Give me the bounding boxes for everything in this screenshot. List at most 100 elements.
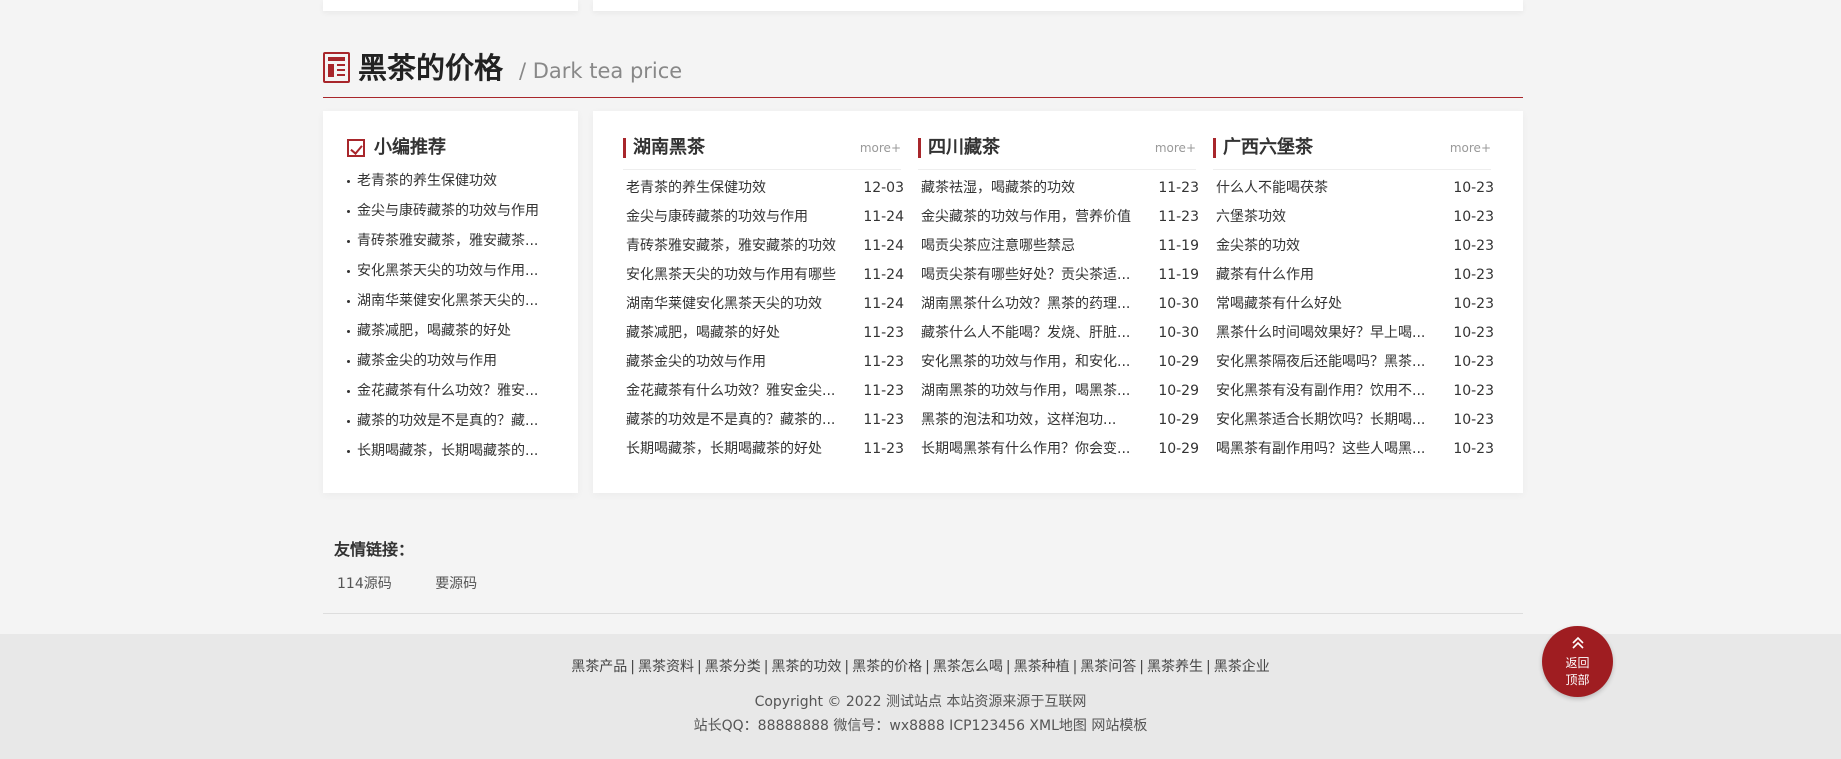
- article-item: 黑茶什么时间喝效果好？早上喝... 10-23: [1213, 324, 1494, 353]
- recommend-item[interactable]: 湖南华莱健安化黑茶天尖的...: [346, 292, 556, 322]
- article-title[interactable]: 金尖与康砖藏茶的功效与作用: [626, 208, 853, 226]
- article-date: 10-23: [1453, 267, 1494, 283]
- nav-separator: |: [1139, 659, 1145, 675]
- article-title[interactable]: 安化黑茶的功效与作用，和安化...: [921, 353, 1148, 371]
- article-date: 10-29: [1158, 412, 1199, 428]
- column-guangxi: 广西六堡茶 more+ 什么人不能喝茯茶 10-23 六堡茶功效 10-23 金尖茶的功…: [1213, 137, 1494, 469]
- footer-nav-link[interactable]: 黑茶的价格: [852, 659, 922, 675]
- recommend-item[interactable]: 青砖茶雅安藏茶，雅安藏茶...: [346, 232, 556, 262]
- more-link[interactable]: more+: [1450, 141, 1491, 155]
- article-date: 11-19: [1158, 267, 1199, 283]
- article-date: 11-23: [863, 383, 904, 399]
- recommend-item[interactable]: 安化黑茶天尖的功效与作用...: [346, 262, 556, 292]
- footer-nav-link[interactable]: 黑茶分类: [705, 659, 761, 675]
- article-title[interactable]: 六堡茶功效: [1216, 208, 1443, 226]
- article-title[interactable]: 藏茶祛湿，喝藏茶的功效: [921, 179, 1148, 197]
- section-title: 黑茶的价格: [358, 51, 504, 85]
- article-item: 长期喝藏茶，长期喝藏茶的好处 11-23: [623, 440, 904, 469]
- article-date: 10-23: [1453, 383, 1494, 399]
- article-title[interactable]: 藏茶什么人不能喝？发烧、肝脏...: [921, 324, 1148, 342]
- back-to-top-button[interactable]: 返回 顶部: [1542, 626, 1613, 697]
- article-item: 金花藏茶有什么功效？雅安金尖... 11-23: [623, 382, 904, 411]
- back-to-top-label: 返回: [1565, 656, 1590, 670]
- column-title[interactable]: 湖南黑茶: [633, 137, 705, 159]
- recommend-item[interactable]: 老青茶的养生保健功效: [346, 172, 556, 202]
- article-item: 老青茶的养生保健功效 12-03: [623, 179, 904, 208]
- article-title[interactable]: 喝贡尖茶有哪些好处？贡尖茶适...: [921, 266, 1148, 284]
- article-date: 10-23: [1453, 180, 1494, 196]
- column-title[interactable]: 四川藏茶: [928, 137, 1000, 159]
- footer-nav-link[interactable]: 黑茶的功效: [771, 659, 841, 675]
- article-title[interactable]: 金尖茶的功效: [1216, 237, 1443, 255]
- section-subtitle: / Dark tea price: [519, 59, 683, 83]
- footer-nav-link[interactable]: 黑茶种植: [1014, 659, 1070, 675]
- recommend-item[interactable]: 藏茶减肥，喝藏茶的好处: [346, 322, 556, 352]
- recommend-item[interactable]: 藏茶的功效是不是真的？藏...: [346, 412, 556, 442]
- article-item: 黑茶的泡法和功效，这样泡功... 10-29: [918, 411, 1199, 440]
- article-item: 喝贡尖茶应注意哪些禁忌 11-19: [918, 237, 1199, 266]
- article-item: 安化黑茶适合长期饮吗？长期喝... 10-23: [1213, 411, 1494, 440]
- nav-separator: |: [630, 659, 635, 675]
- article-item: 常喝藏茶有什么好处 10-23: [1213, 295, 1494, 324]
- recommend-item[interactable]: 金花藏茶有什么功效？雅安...: [346, 382, 556, 412]
- article-title[interactable]: 金花藏茶有什么功效？雅安金尖...: [626, 382, 853, 400]
- article-title[interactable]: 黑茶什么时间喝效果好？早上喝...: [1216, 324, 1443, 342]
- footer-nav-link[interactable]: 黑茶怎么喝: [933, 659, 1003, 675]
- nav-separator: |: [1005, 659, 1011, 675]
- article-title[interactable]: 藏茶有什么作用: [1216, 266, 1443, 284]
- article-title[interactable]: 湖南黑茶的功效与作用，喝黑茶...: [921, 382, 1148, 400]
- article-title[interactable]: 青砖茶雅安藏茶，雅安藏茶的功效: [626, 237, 853, 255]
- article-date: 10-23: [1453, 296, 1494, 312]
- column-sichuan: 四川藏茶 more+ 藏茶祛湿，喝藏茶的功效 11-23 金尖藏茶的功效与作用，营养…: [918, 137, 1199, 469]
- divider: [323, 613, 1523, 614]
- article-title[interactable]: 安化黑茶隔夜后还能喝吗？黑茶...: [1216, 353, 1443, 371]
- article-title[interactable]: 藏茶的功效是不是真的？藏茶的...: [626, 411, 853, 429]
- column-list: 什么人不能喝茯茶 10-23 六堡茶功效 10-23 金尖茶的功效 10-23 藏茶有什么作…: [1213, 179, 1494, 469]
- article-item: 安化黑茶隔夜后还能喝吗？黑茶... 10-23: [1213, 353, 1494, 382]
- article-title[interactable]: 湖南华莱健安化黑茶天尖的功效: [626, 295, 853, 313]
- column-title[interactable]: 广西六堡茶: [1223, 137, 1313, 159]
- recommend-item[interactable]: 金尖与康砖藏茶的功效与作用: [346, 202, 556, 232]
- article-item: 藏茶有什么作用 10-23: [1213, 266, 1494, 295]
- article-title[interactable]: 安化黑茶天尖的功效与作用有哪些: [626, 266, 853, 284]
- article-title[interactable]: 喝贡尖茶应注意哪些禁忌: [921, 237, 1148, 255]
- article-date: 10-23: [1453, 412, 1494, 428]
- article-title[interactable]: 黑茶的泡法和功效，这样泡功...: [921, 411, 1148, 429]
- newspaper-icon: [323, 52, 350, 83]
- nav-separator: |: [925, 659, 930, 675]
- article-date: 10-29: [1158, 441, 1199, 457]
- nav-separator: |: [1072, 659, 1078, 675]
- article-title[interactable]: 喝黑茶有副作用吗？这些人喝黑...: [1216, 440, 1443, 458]
- footer-nav-link[interactable]: 黑茶资料: [638, 659, 694, 675]
- friend-link[interactable]: 114源码: [337, 576, 392, 592]
- footer-nav-link[interactable]: 黑茶问答: [1080, 659, 1136, 675]
- article-item: 藏茶祛湿，喝藏茶的功效 11-23: [918, 179, 1199, 208]
- footer-nav-link[interactable]: 黑茶产品: [571, 659, 627, 675]
- recommend-card: 小编推荐 老青茶的养生保健功效 金尖与康砖藏茶的功效与作用 青砖茶雅安藏茶，雅安藏茶…: [323, 111, 578, 493]
- article-item: 喝黑茶有副作用吗？这些人喝黑... 10-23: [1213, 440, 1494, 469]
- more-link[interactable]: more+: [860, 141, 901, 155]
- article-title[interactable]: 藏茶金尖的功效与作用: [626, 353, 853, 371]
- more-link[interactable]: more+: [1155, 141, 1196, 155]
- recommend-list: 老青茶的养生保健功效 金尖与康砖藏茶的功效与作用 青砖茶雅安藏茶，雅安藏茶... 安化…: [346, 172, 556, 472]
- footer-nav-link[interactable]: 黑茶企业: [1214, 659, 1270, 675]
- article-title[interactable]: 长期喝黑茶有什么作用？你会变...: [921, 440, 1148, 458]
- article-date: 10-23: [1453, 325, 1494, 341]
- article-date: 11-19: [1158, 238, 1199, 254]
- article-date: 10-30: [1158, 296, 1199, 312]
- recommend-item[interactable]: 长期喝藏茶，长期喝藏茶的...: [346, 442, 556, 472]
- article-title[interactable]: 长期喝藏茶，长期喝藏茶的好处: [626, 440, 853, 458]
- footer-nav-link[interactable]: 黑茶养生: [1147, 659, 1203, 675]
- article-title[interactable]: 常喝藏茶有什么好处: [1216, 295, 1443, 313]
- article-title[interactable]: 安化黑茶有没有副作用？饮用不...: [1216, 382, 1443, 400]
- recommend-item[interactable]: 藏茶金尖的功效与作用: [346, 352, 556, 382]
- friend-link[interactable]: 要源码: [435, 576, 477, 592]
- article-title[interactable]: 湖南黑茶什么功效？黑茶的药理...: [921, 295, 1148, 313]
- article-title[interactable]: 安化黑茶适合长期饮吗？长期喝...: [1216, 411, 1443, 429]
- article-item: 藏茶的功效是不是真的？藏茶的... 11-23: [623, 411, 904, 440]
- article-date: 10-29: [1158, 354, 1199, 370]
- article-title[interactable]: 老青茶的养生保健功效: [626, 179, 853, 197]
- article-title[interactable]: 金尖藏茶的功效与作用，营养价值: [921, 208, 1148, 226]
- article-title[interactable]: 什么人不能喝茯茶: [1216, 179, 1443, 197]
- article-title[interactable]: 藏茶减肥，喝藏茶的好处: [626, 324, 853, 342]
